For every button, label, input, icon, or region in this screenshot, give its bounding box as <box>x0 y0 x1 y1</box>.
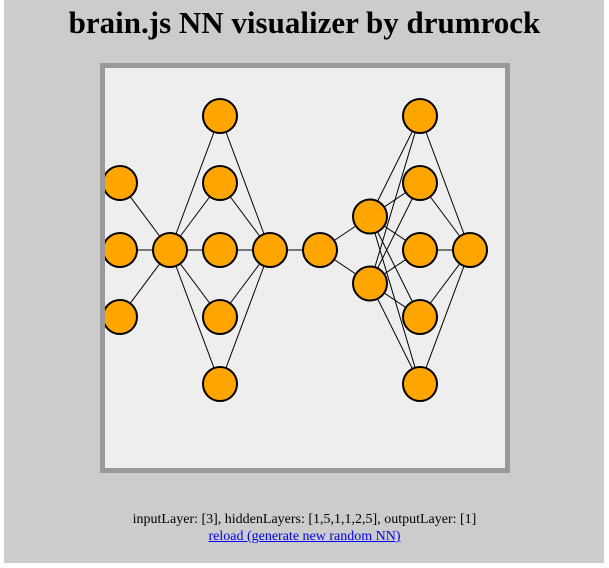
neuron-node <box>105 299 138 335</box>
neuron-node <box>302 232 338 268</box>
layers-description: inputLayer: [3], hiddenLayers: [1,5,1,1,… <box>132 512 477 527</box>
neuron-node <box>352 198 388 235</box>
network-info: inputLayer: [3], hiddenLayers: [1,5,1,1,… <box>0 511 609 545</box>
neuron-node <box>402 98 438 134</box>
neuron-node <box>202 366 238 402</box>
neuron-node <box>402 366 438 402</box>
page-title: brain.js NN visualizer by drumrock <box>68 5 541 40</box>
neuron-node <box>252 232 288 268</box>
neuron-node <box>202 165 238 201</box>
neuron-node <box>402 299 438 335</box>
neuron-node <box>202 98 238 134</box>
neuron-node <box>452 232 488 268</box>
reload-link[interactable]: reload (generate new random NN) <box>208 529 400 544</box>
neuron-node <box>202 232 238 268</box>
neuron-node <box>202 299 238 335</box>
network-canvas <box>100 63 510 473</box>
neuron-node <box>402 165 438 201</box>
neuron-node <box>152 232 188 268</box>
neuron-node <box>352 265 388 302</box>
neuron-node <box>105 232 138 268</box>
neuron-node <box>402 232 438 268</box>
network-diagram <box>105 98 488 402</box>
neuron-node <box>105 165 138 201</box>
